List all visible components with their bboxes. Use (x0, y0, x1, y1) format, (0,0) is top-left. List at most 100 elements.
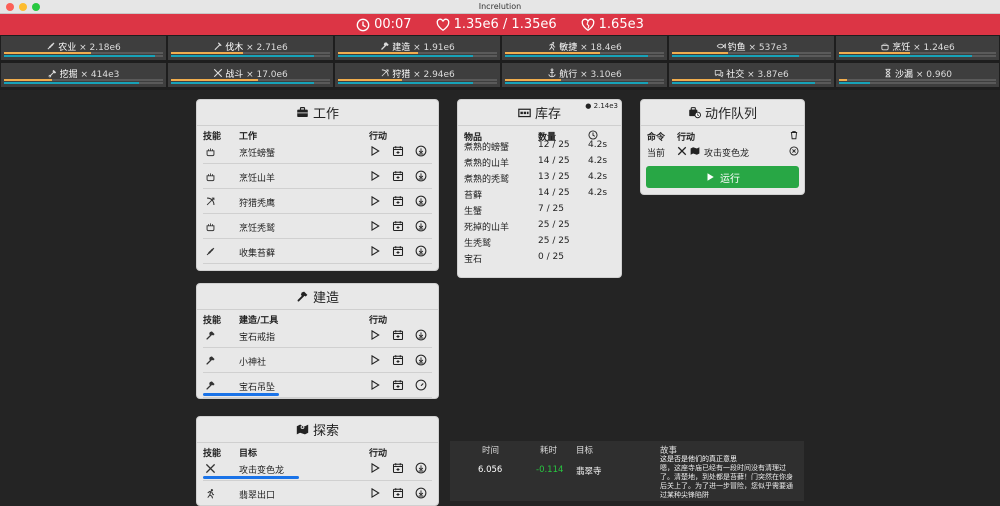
skill-1[interactable]: 农业 × 2.18e6 (0, 35, 167, 61)
download-button[interactable] (415, 220, 427, 232)
schedule-button[interactable] (392, 329, 404, 341)
download-button[interactable] (415, 170, 427, 182)
download-button[interactable] (415, 145, 427, 157)
download-button[interactable] (415, 487, 427, 499)
work-row: 狩猎秃鹰 (203, 189, 432, 214)
hammer-icon (206, 381, 215, 390)
download-circle-icon (415, 245, 427, 257)
skill-9[interactable]: 狩猎 × 2.94e6 (334, 62, 501, 88)
download-button[interactable] (415, 462, 427, 474)
play-button[interactable] (369, 329, 381, 341)
clock-icon (588, 130, 598, 140)
inventory-qty: 25 / 25 (538, 220, 570, 230)
skill-8[interactable]: 战斗 × 17.0e6 (167, 62, 334, 88)
play-icon (371, 462, 380, 474)
minimize-window-button[interactable] (19, 3, 27, 11)
play-button[interactable] (369, 195, 381, 207)
download-circle-icon (415, 329, 427, 341)
inventory-time: 4.2s (588, 172, 608, 182)
trash-icon[interactable] (789, 130, 799, 140)
inventory-qty: 13 / 25 (538, 172, 570, 182)
play-icon (371, 170, 380, 182)
zoom-window-button[interactable] (32, 3, 40, 11)
build-row: 宝石戒指 (203, 323, 432, 348)
skill-level-bar (338, 79, 497, 81)
download-button[interactable] (415, 354, 427, 366)
work-card: 工作 技能 工作 行动 烹饪螃蟹 烹饪山羊 狩猎秃鹰 烹饪秃鹫 收集苔藓 (196, 99, 439, 271)
download-button[interactable] (415, 245, 427, 257)
calendar-plus-icon (392, 355, 404, 366)
log-top-story: 这是否是他们的真正意思 (660, 455, 737, 463)
gauge-icon (415, 379, 427, 391)
play-button[interactable] (369, 487, 381, 499)
schedule-button[interactable] (392, 170, 404, 182)
skill-6[interactable]: 烹饪 × 1.24e6 (835, 35, 1000, 61)
close-window-button[interactable] (6, 3, 14, 11)
work-card-header: 工作 (197, 100, 438, 126)
skill-multiplier-fill (171, 55, 315, 57)
schedule-button[interactable] (392, 145, 404, 157)
download-circle-icon (415, 354, 427, 366)
skill-2[interactable]: 伐木 × 2.71e6 (167, 35, 334, 61)
schedule-button[interactable] (392, 379, 404, 391)
skill-multiplier-bar (505, 82, 664, 84)
skill-level-fill (505, 52, 601, 54)
run-button[interactable]: 运行 (646, 166, 799, 188)
download-circle-icon (415, 170, 427, 182)
play-button[interactable] (369, 379, 381, 391)
download-button[interactable] (415, 329, 427, 341)
window-title: Increlution (478, 2, 522, 11)
play-icon (371, 487, 380, 499)
skill-level-bar (672, 79, 831, 81)
play-button[interactable] (369, 354, 381, 366)
skill-3[interactable]: 建造 × 1.91e6 (334, 35, 501, 61)
build-card-title: 建造 (312, 291, 339, 306)
schedule-button[interactable] (392, 354, 404, 366)
speed-button[interactable] (415, 379, 427, 391)
play-button[interactable] (369, 220, 381, 232)
schedule-button[interactable] (392, 487, 404, 499)
remove-circle-icon[interactable] (789, 146, 799, 156)
cooking-pot-icon (206, 173, 215, 182)
download-circle-icon (415, 195, 427, 207)
play-icon (371, 329, 380, 341)
explore-row-name: 攻击变色龙 (239, 466, 285, 476)
inventory-card-title: 库存 (534, 107, 561, 122)
briefcase-clock-icon (689, 107, 701, 119)
download-circle-icon (415, 220, 427, 232)
skill-level-bar (839, 79, 996, 81)
build-row-name: 小神社 (239, 358, 267, 368)
build-row: 宝石吊坠 (203, 373, 432, 398)
skill-4[interactable]: 敏捷 × 18.4e6 (501, 35, 668, 61)
schedule-button[interactable] (392, 195, 404, 207)
skill-10[interactable]: 航行 × 3.10e6 (501, 62, 668, 88)
skill-multiplier-fill (672, 55, 800, 57)
skill-11[interactable]: 社交 × 3.87e6 (668, 62, 835, 88)
play-icon (371, 145, 380, 157)
play-button[interactable] (369, 462, 381, 474)
log-entry-time: 6.056 (478, 465, 503, 475)
skill-level-bar (4, 52, 163, 54)
skill-7[interactable]: 挖掘 × 414e3 (0, 62, 167, 88)
play-button[interactable] (369, 245, 381, 257)
wheat-icon (206, 247, 215, 256)
skill-12[interactable]: 沙漏 × 0.960 (835, 62, 1000, 88)
download-circle-icon (415, 462, 427, 474)
play-button[interactable] (369, 170, 381, 182)
build-row-name: 宝石吊坠 (239, 383, 276, 393)
skill-5[interactable]: 钓鱼 × 537e3 (668, 35, 835, 61)
download-button[interactable] (415, 195, 427, 207)
runner-icon (549, 41, 556, 51)
work-row: 烹饪山羊 (203, 164, 432, 189)
calendar-plus-icon (392, 196, 404, 207)
play-button[interactable] (369, 145, 381, 157)
broken-heart-icon (581, 18, 595, 31)
schedule-button[interactable] (392, 245, 404, 257)
schedule-button[interactable] (392, 462, 404, 474)
cooking-pot-icon (206, 223, 215, 232)
skill-multiplier-bar (839, 82, 996, 84)
schedule-button[interactable] (392, 220, 404, 232)
skill-multiplier-bar (338, 82, 497, 84)
skill-multiplier-bar (171, 82, 330, 84)
skill-level-fill (338, 52, 418, 54)
